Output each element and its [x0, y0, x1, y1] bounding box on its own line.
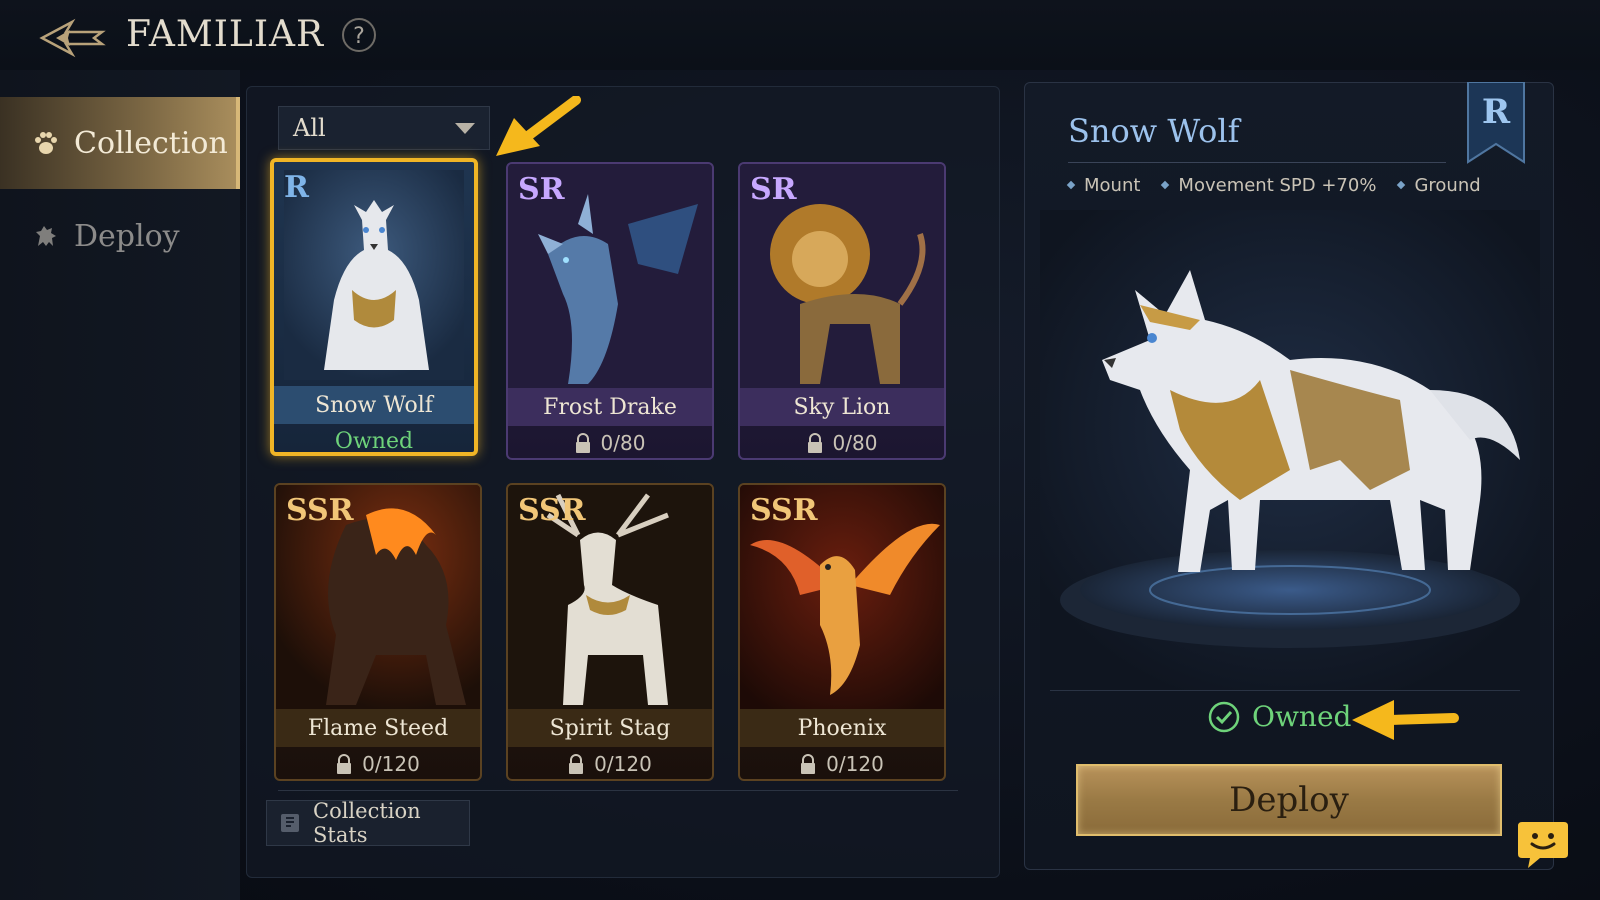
lock-icon — [807, 433, 823, 453]
filter-dropdown[interactable]: All — [278, 106, 490, 150]
rarity-badge: SSR — [518, 493, 586, 528]
book-icon — [279, 812, 301, 834]
collection-stats-button[interactable]: Collection Stats — [266, 799, 470, 847]
card-name: Sky Lion — [740, 388, 944, 426]
lock-icon — [800, 754, 816, 774]
sidebar-item-deploy[interactable]: Deploy — [0, 190, 240, 282]
card-progress: 0/120 — [740, 747, 944, 779]
bullet-icon — [1161, 180, 1170, 190]
divider — [1068, 162, 1446, 163]
lock-icon — [568, 754, 584, 774]
tag-item: Movement SPD +70% — [1161, 174, 1377, 196]
deploy-button[interactable]: Deploy — [1076, 764, 1502, 836]
rarity-banner-label: R — [1481, 92, 1511, 132]
rarity-badge: SR — [750, 172, 797, 207]
card-name: Flame Steed — [276, 709, 480, 747]
tag-label: Movement SPD +70% — [1178, 174, 1377, 196]
check-circle-icon — [1208, 701, 1240, 733]
card-progress: 0/80 — [508, 426, 712, 458]
filter-dropdown-value: All — [293, 114, 326, 142]
card-progress-value: 0/80 — [600, 431, 646, 455]
familiar-card-flame-steed[interactable]: SSR Flame Steed 0/120 — [274, 483, 482, 781]
rarity-banner: R — [1466, 82, 1526, 164]
tag-label: Ground — [1414, 174, 1481, 196]
lock-icon — [575, 433, 591, 453]
sidebar-item-label: Deploy — [74, 218, 180, 254]
tag-item: Mount — [1066, 174, 1141, 196]
lock-icon — [336, 754, 352, 774]
card-progress: 0/120 — [276, 747, 480, 779]
snow-wolf-showcase — [1040, 210, 1540, 690]
card-status-owned: Owned — [334, 428, 414, 454]
creature-icon — [32, 222, 60, 250]
rarity-badge: R — [284, 170, 309, 205]
familiar-card-spirit-stag[interactable]: SSR Spirit Stag 0/120 — [506, 483, 714, 781]
chevron-down-icon — [455, 122, 475, 134]
detail-title: Snow Wolf — [1068, 112, 1240, 150]
divider — [1050, 690, 1520, 691]
rarity-badge: SSR — [286, 493, 354, 528]
familiar-card-phoenix[interactable]: SSR Phoenix 0/120 — [738, 483, 946, 781]
back-arrow-icon[interactable] — [38, 18, 108, 58]
card-name: Frost Drake — [508, 388, 712, 426]
collection-stats-label: Collection Stats — [313, 799, 421, 847]
card-name: Spirit Stag — [508, 709, 712, 747]
tag-label: Mount — [1084, 174, 1141, 196]
card-progress: 0/80 — [740, 426, 944, 458]
page-title: FAMILIAR — [126, 14, 325, 55]
card-progress-value: 0/80 — [832, 431, 878, 455]
sidebar-item-label: Collection — [74, 125, 228, 161]
help-button[interactable]: ? — [342, 18, 376, 52]
familiar-card-sky-lion[interactable]: SR Sky Lion 0/80 — [738, 162, 946, 460]
card-progress-value: 0/120 — [362, 752, 420, 776]
sidebar-item-collection[interactable]: Collection — [0, 97, 240, 189]
familiar-card-snow-wolf[interactable]: R Snow Wolf Owned — [270, 158, 478, 456]
bullet-icon — [1066, 180, 1076, 190]
card-progress-value: 0/120 — [594, 752, 652, 776]
owned-status: Owned — [1208, 700, 1351, 733]
bullet-icon — [1397, 180, 1406, 190]
familiar-card-frost-drake[interactable]: SR Frost Drake 0/80 — [506, 162, 714, 460]
tag-list: Mount Movement SPD +70% Ground — [1066, 170, 1503, 200]
card-name: Phoenix — [740, 709, 944, 747]
card-name: Snow Wolf — [274, 386, 474, 424]
tag-item: Ground — [1397, 174, 1481, 196]
card-progress: 0/120 — [508, 747, 712, 779]
chat-assistant-icon[interactable] — [1516, 818, 1570, 870]
rarity-badge: SR — [518, 172, 565, 207]
paw-icon — [32, 129, 60, 157]
divider — [278, 790, 958, 791]
card-progress-value: 0/120 — [826, 752, 884, 776]
owned-status-label: Owned — [1252, 700, 1352, 733]
rarity-badge: SSR — [750, 493, 818, 528]
